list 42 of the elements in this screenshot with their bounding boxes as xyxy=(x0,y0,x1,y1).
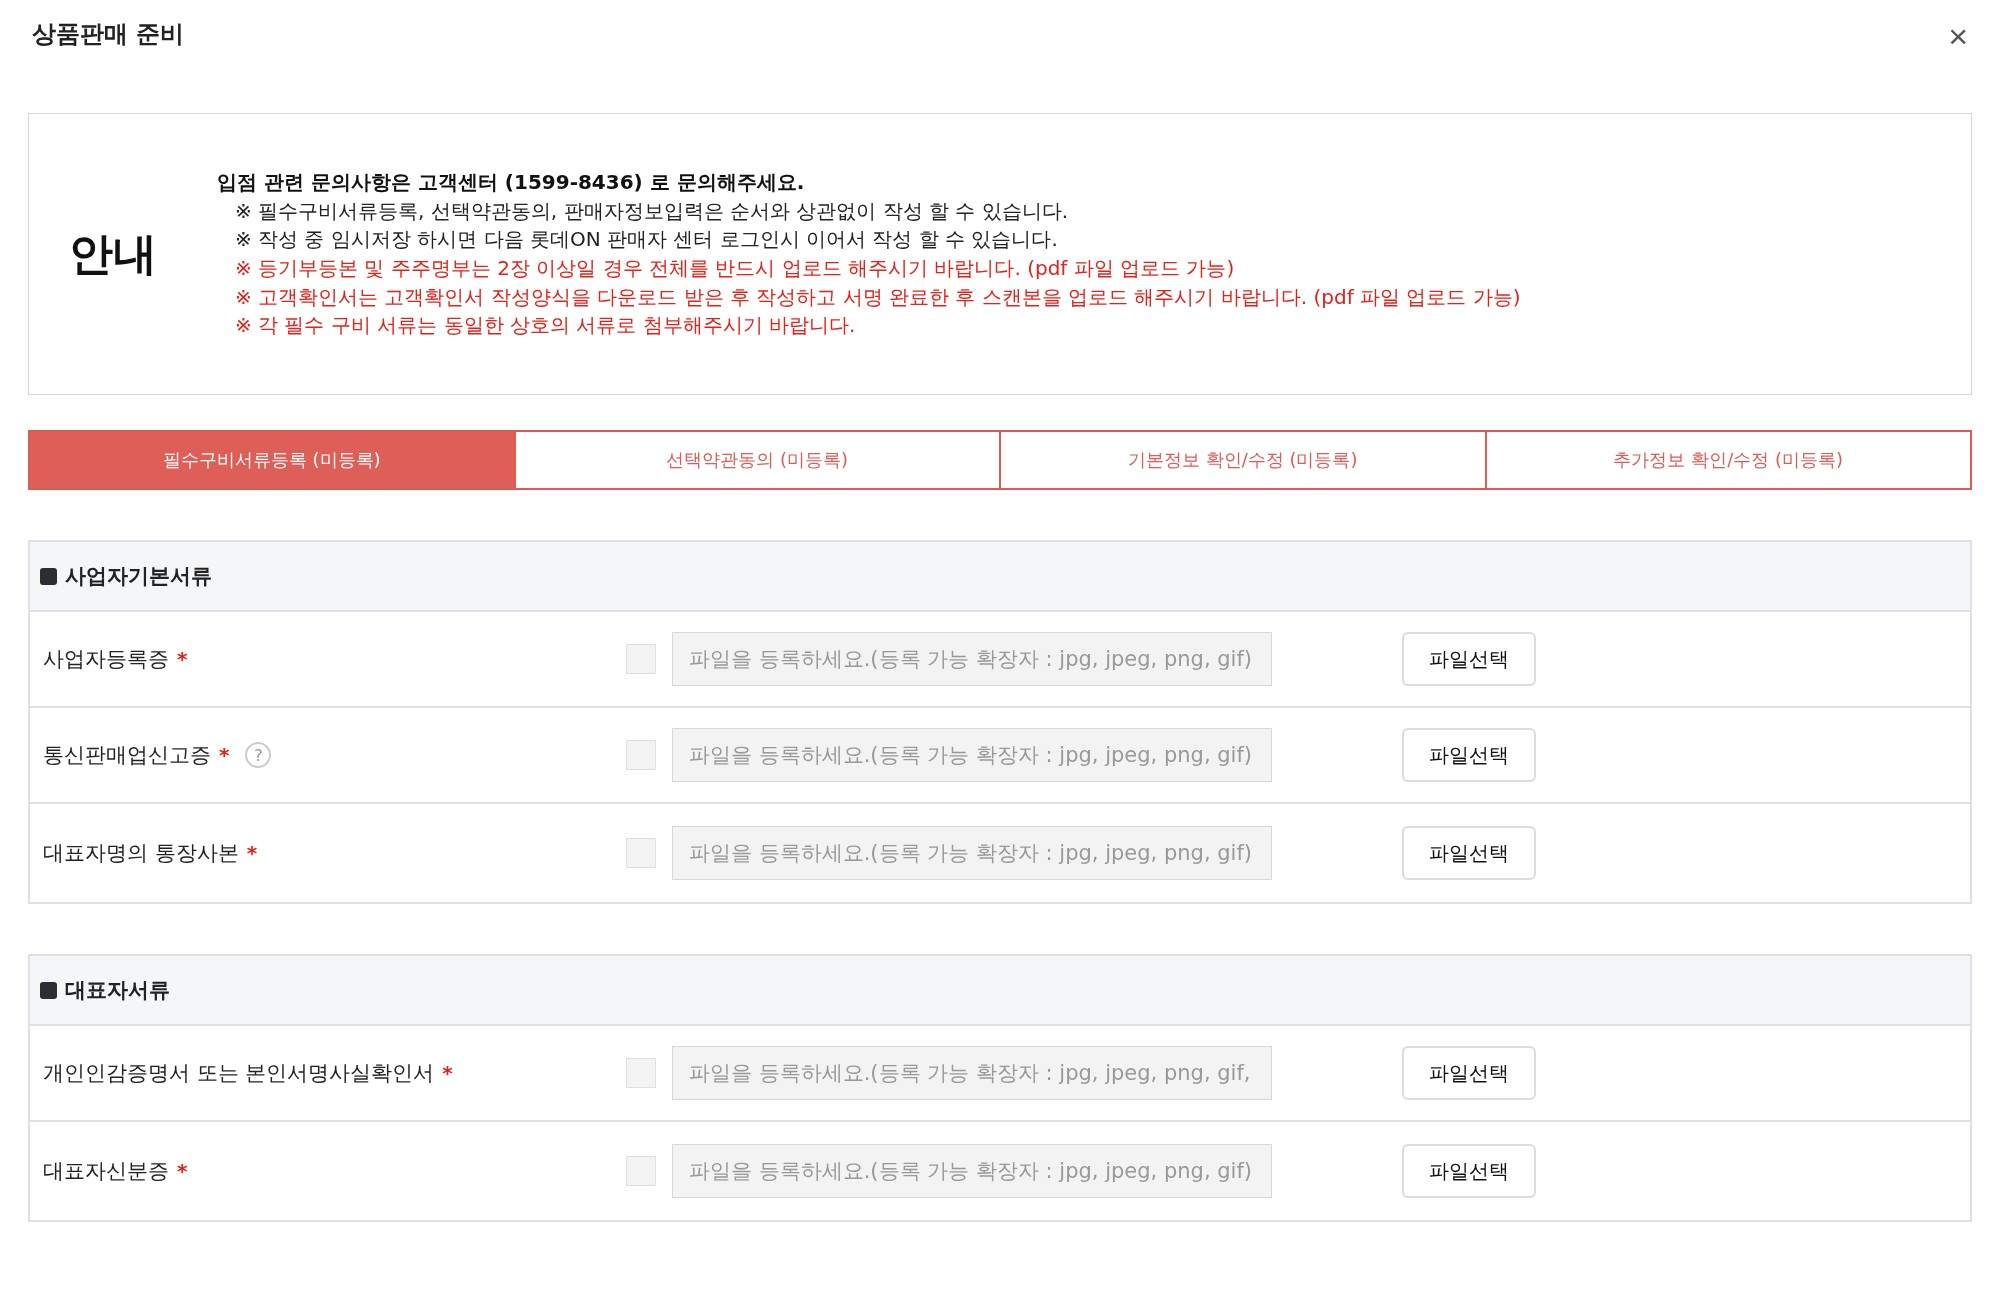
notice-line: ※ 작성 중 임시저장 하시면 다음 롯데ON 판매자 센터 로그인시 이어서 작성 할 수 있습니다. xyxy=(234,226,1059,254)
checkbox[interactable] xyxy=(626,838,656,868)
dialog-title: 상품판매 준비 xyxy=(32,19,185,50)
file-path-field[interactable]: 파일을 등록하세요.(등록 가능 확장자 : jpg, jpeg, png, gif) xyxy=(672,1144,1272,1198)
section-title: 사업자기본서류 xyxy=(65,563,212,590)
tab[interactable]: 선택약관동의 (미등록) xyxy=(513,430,1001,490)
file-select-button[interactable]: 파일선택 xyxy=(1402,632,1536,686)
notice-line: ※ 각 필수 구비 서류는 동일한 상호의 서류로 첨부해주시기 바랍니다. xyxy=(234,312,857,340)
required-mark: * xyxy=(246,841,258,865)
notice-line: ※ 필수구비서류등록, 선택약관동의, 판매자정보입력은 순서와 상관없이 작성 할 수 있습니다. xyxy=(234,197,1070,225)
notice-line: ※ 고객확인서는 고객확인서 작성양식을 다운로드 받은 후 작성하고 서명 완료한 후 스캔본을 업로드 해주시기 바랍니다. (pdf 파일 업로드 가능) xyxy=(234,283,1521,311)
checkbox[interactable] xyxy=(626,740,656,770)
file-select-button[interactable]: 파일선택 xyxy=(1402,728,1536,782)
notice-heading: 안내 xyxy=(68,226,158,281)
required-mark: * xyxy=(219,743,230,767)
checkbox[interactable] xyxy=(626,1058,656,1088)
checkbox[interactable] xyxy=(626,1156,656,1186)
file-path-field[interactable]: 파일을 등록하세요.(등록 가능 확장자 : jpg, jpeg, png, gif, xyxy=(672,1046,1272,1100)
required-mark: * xyxy=(177,1159,188,1183)
field-label: 개인인감증명서 또는 본인서명사실확인서 xyxy=(43,1060,435,1087)
file-select-button[interactable]: 파일선택 xyxy=(1402,1046,1536,1100)
section-title: 대표자서류 xyxy=(65,977,170,1004)
checkbox[interactable] xyxy=(626,644,656,674)
field-label: 사업자등록증 xyxy=(43,646,169,673)
field-label: 대표자신분증 xyxy=(43,1158,169,1185)
required-mark: * xyxy=(442,1061,453,1085)
required-mark: * xyxy=(177,647,188,671)
notice-line: ※ 등기부등본 및 주주명부는 2장 이상일 경우 전체를 반드시 업로드 해주시기 바랍니다. (pdf 파일 업로드 가능) xyxy=(234,255,1236,282)
file-path-field[interactable]: 파일을 등록하세요.(등록 가능 확장자 : jpg, jpeg, png, gif) xyxy=(672,632,1272,686)
tab[interactable]: 추가정보 확인/수정 (미등록) xyxy=(1484,430,1972,490)
file-path-field[interactable]: 파일을 등록하세요.(등록 가능 확장자 : jpg, jpeg, png, gif) xyxy=(672,728,1272,782)
field-label: 통신판매업신고증 xyxy=(43,742,211,769)
square-bullet-icon xyxy=(40,981,57,999)
file-path-field[interactable]: 파일을 등록하세요.(등록 가능 확장자 : jpg, jpeg, png, gif) xyxy=(672,826,1272,880)
square-bullet-icon xyxy=(40,567,57,585)
field-label: 대표자명의 통장사본 xyxy=(43,840,239,867)
tab[interactable]: 필수구비서류등록 (미등록) xyxy=(28,430,516,490)
file-select-button[interactable]: 파일선택 xyxy=(1402,1144,1536,1198)
notice-line: 입점 관련 문의사항은 고객센터 (1599-8436) 로 문의해주세요. xyxy=(217,168,806,196)
close-button[interactable]: × xyxy=(1944,19,1972,53)
tab[interactable]: 기본정보 확인/수정 (미등록) xyxy=(999,430,1487,490)
file-select-button[interactable]: 파일선택 xyxy=(1402,826,1536,880)
